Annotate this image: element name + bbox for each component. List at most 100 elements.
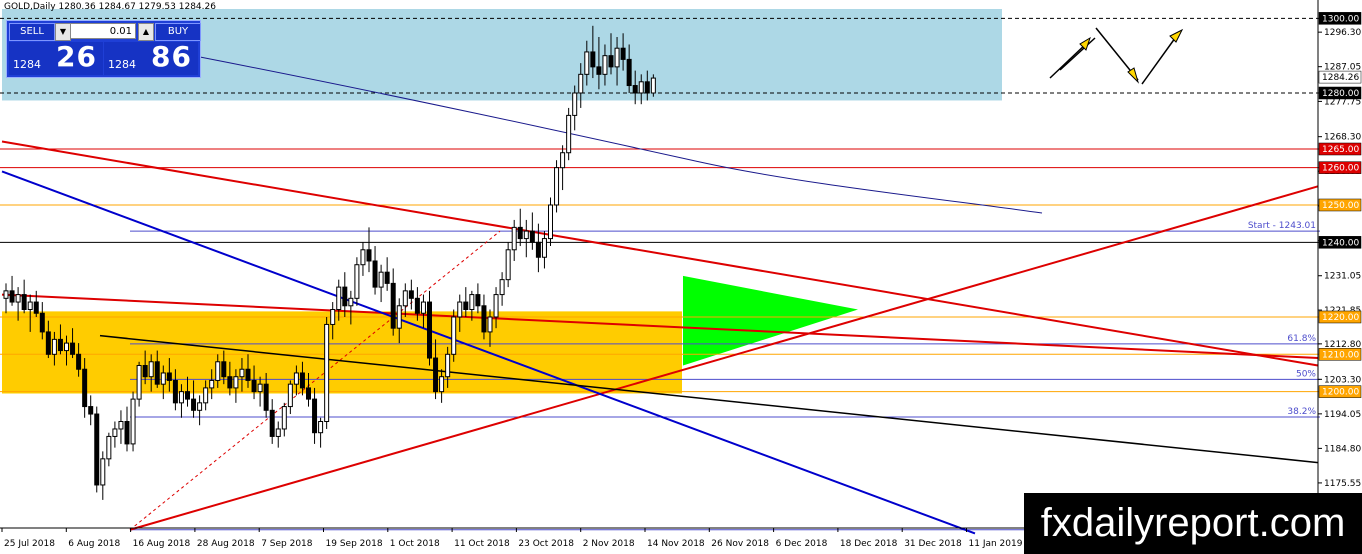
time-tick-label: 16 Aug 2018 [133, 539, 191, 549]
candle-body [475, 294, 481, 307]
candle-body [239, 368, 245, 378]
candle-body [209, 379, 215, 389]
candle-body [9, 290, 15, 303]
price-tag-label: 1300.00 [1322, 14, 1359, 24]
candle-body [535, 241, 541, 258]
candle-body [197, 402, 203, 411]
candle-body [166, 372, 172, 381]
candle-body [118, 421, 124, 430]
projection-arrowhead-3 [1169, 28, 1184, 43]
candle-body [354, 264, 360, 299]
price-tick-label: 1268.30 [1324, 133, 1361, 143]
candle-body [3, 290, 9, 299]
candle-body [523, 230, 529, 240]
time-tick-label: 1 Oct 2018 [390, 539, 440, 549]
candle-body [221, 361, 227, 378]
price-tag-label: 1280.00 [1322, 89, 1359, 99]
candle-body [142, 365, 148, 378]
projection-up-line [1141, 33, 1179, 85]
support-zone [2, 311, 682, 394]
time-tick-label: 11 Oct 2018 [454, 539, 510, 549]
candle-body [136, 365, 142, 400]
candle-body [293, 372, 299, 385]
candle-body [487, 316, 493, 333]
fib-annotation: Start - 1243.01 [1248, 221, 1316, 231]
candle-body [372, 260, 378, 288]
fib-annotation: 38.2% [1287, 407, 1316, 417]
price-tag-label: 1265.00 [1322, 145, 1359, 155]
candle-body [602, 55, 608, 75]
gold-daily-chart[interactable]: 1296.301287.051277.751268.301259.051249.… [0, 0, 1362, 554]
lot-decrease-icon[interactable]: ▼ [55, 23, 71, 41]
candle-body [342, 286, 348, 307]
candle-body [408, 290, 414, 299]
candle-body [457, 301, 463, 318]
buy-price-pips: 86 [151, 40, 192, 73]
candle-body [644, 81, 650, 94]
candle-body [511, 226, 517, 251]
candle-body [106, 435, 112, 460]
sell-button[interactable]: SELL [9, 23, 55, 41]
candle-body [596, 66, 602, 75]
candle-body [620, 47, 626, 60]
candle-body [366, 249, 372, 262]
candle-body [185, 391, 190, 400]
candle-body [312, 398, 318, 434]
projection-arrow-1 [1049, 41, 1089, 79]
time-tick-label: 26 Nov 2018 [711, 539, 769, 549]
buy-price-quote[interactable]: 1284 86 [104, 40, 198, 75]
time-tick-label: 6 Dec 2018 [776, 539, 828, 549]
candle-body [517, 226, 523, 240]
candle-body [451, 316, 457, 355]
candle-body [76, 353, 82, 370]
candle-body [584, 51, 590, 75]
candle-body [578, 73, 584, 94]
candle-body [45, 331, 51, 355]
candle-body [324, 323, 330, 423]
candle-body [21, 294, 27, 311]
time-tick-label: 23 Oct 2018 [518, 539, 574, 549]
candle-body [215, 361, 221, 381]
candle-body [481, 305, 487, 333]
chart-header: GOLD,Daily 1280.36 1284.67 1279.53 1284.… [4, 2, 216, 12]
candle-body [396, 305, 402, 329]
candle-body [336, 286, 342, 311]
fib-annotation: 61.8% [1287, 334, 1316, 344]
candle-body [330, 309, 336, 325]
candle-body [172, 379, 178, 404]
candle-body [82, 368, 88, 408]
candle-body [287, 383, 293, 408]
candle-body [529, 230, 535, 243]
candle-body [281, 406, 287, 430]
time-tick-label: 31 Dec 2018 [904, 539, 962, 549]
candle-body [560, 152, 566, 169]
price-tick-label: 1231.05 [1324, 272, 1361, 282]
price-tag-label: 1284.26 [1322, 73, 1359, 83]
lot-increase-icon[interactable]: ▲ [138, 23, 154, 41]
price-tag-label: 1220.00 [1322, 313, 1359, 323]
candle-body [427, 301, 432, 359]
time-tick-label: 6 Aug 2018 [68, 539, 120, 549]
candle-body [64, 342, 69, 352]
buy-price-prefix: 1284 [108, 58, 136, 71]
candle-body [548, 204, 553, 240]
candle-body [33, 301, 39, 314]
price-tick-label: 1203.30 [1324, 375, 1361, 385]
candle-body [203, 387, 209, 404]
time-tick-label: 28 Aug 2018 [197, 539, 255, 549]
candle-body [469, 294, 475, 311]
sell-price-quote[interactable]: 1284 26 [9, 40, 103, 75]
candle-body [433, 357, 439, 393]
candle-body [638, 81, 644, 94]
candle-body [554, 167, 560, 206]
candle-body [306, 387, 311, 400]
price-tag-label: 1210.00 [1322, 350, 1359, 360]
time-tick-label: 2 Nov 2018 [583, 539, 635, 549]
candle-body [124, 421, 130, 445]
buy-button[interactable]: BUY [155, 23, 201, 41]
candle-body [15, 294, 21, 303]
time-tick-label: 18 Dec 2018 [840, 539, 898, 549]
candle-body [251, 379, 257, 393]
triangle-pattern [683, 275, 858, 366]
lot-size-input[interactable]: 0.01 [70, 23, 136, 39]
